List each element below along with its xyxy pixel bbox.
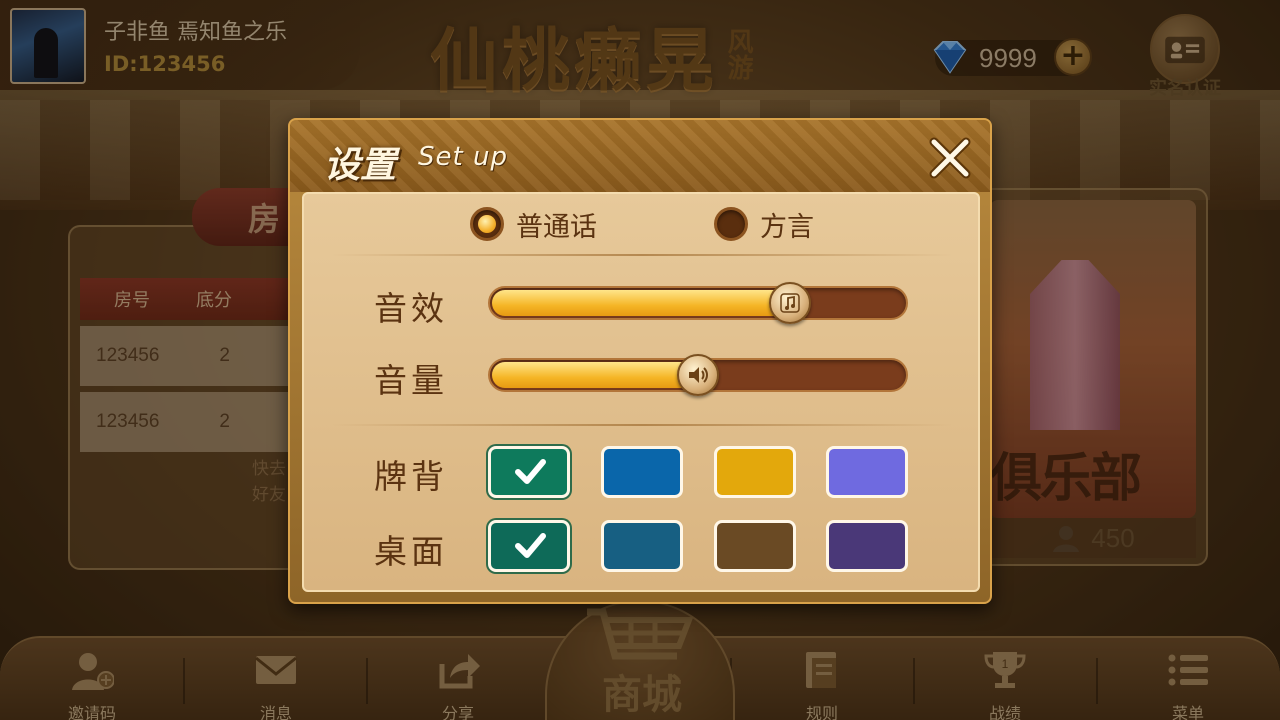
volume-label: 音量 — [374, 361, 448, 400]
checkmark-icon — [515, 459, 546, 484]
divider — [332, 424, 952, 426]
color-swatch[interactable] — [826, 520, 908, 572]
music-note-icon[interactable] — [769, 282, 811, 324]
radio-selected-icon — [470, 207, 504, 241]
color-swatch[interactable] — [488, 446, 570, 498]
settings-title: 设置 — [324, 144, 397, 186]
color-swatch[interactable] — [601, 520, 683, 572]
language-label-dialect: 方言 — [760, 211, 814, 243]
close-icon[interactable] — [926, 134, 974, 182]
settings-dialog: 设置 Set up 普通话 方言 音效 音量 牌背 桌面 — [288, 118, 992, 604]
sound-effect-fill — [492, 290, 792, 316]
speaker-icon[interactable] — [677, 354, 719, 396]
settings-body: 普通话 方言 音效 音量 牌背 桌面 — [302, 192, 980, 592]
color-swatch[interactable] — [826, 446, 908, 498]
color-swatch[interactable] — [601, 446, 683, 498]
sound-effect-slider[interactable] — [488, 282, 908, 324]
settings-subtitle: Set up — [418, 142, 508, 172]
divider — [332, 254, 952, 256]
color-swatch[interactable] — [714, 446, 796, 498]
language-option-mandarin[interactable]: 普通话 — [470, 206, 597, 243]
settings-header: 设置 Set up — [290, 120, 990, 192]
language-option-dialect[interactable]: 方言 — [714, 206, 814, 243]
color-swatch[interactable] — [714, 520, 796, 572]
language-label-mandarin: 普通话 — [516, 211, 597, 243]
checkmark-icon — [515, 533, 546, 558]
volume-slider[interactable] — [488, 354, 908, 396]
sound-effect-label: 音效 — [374, 289, 448, 328]
volume-fill — [492, 362, 700, 388]
color-swatch[interactable] — [488, 520, 570, 572]
table-label: 桌面 — [374, 532, 448, 571]
radio-unselected-icon — [714, 207, 748, 241]
card-back-label: 牌背 — [374, 457, 448, 496]
